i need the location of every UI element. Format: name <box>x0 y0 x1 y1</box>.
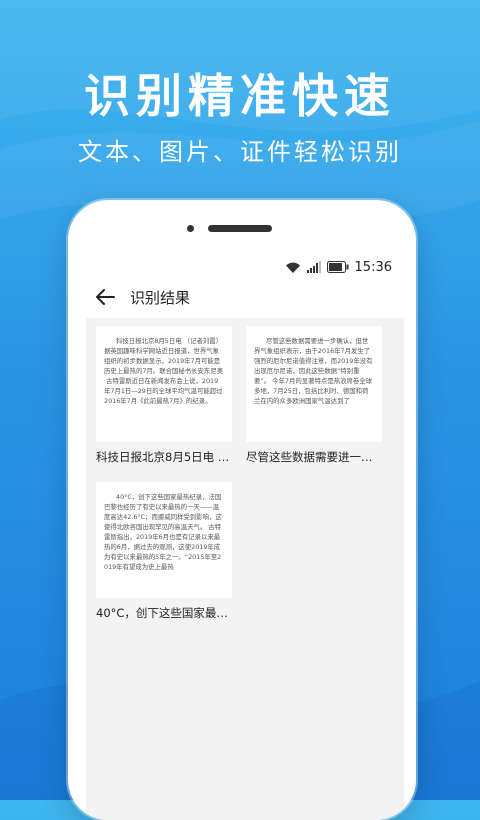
result-card[interactable]: 科技日报北京8月5日电 （记者刘霞）据英国趣味科学网站近日报道，世界气象组织的初… <box>86 318 236 480</box>
result-thumbnail: 科技日报北京8月5日电 （记者刘霞）据英国趣味科学网站近日报道，世界气象组织的初… <box>96 326 232 442</box>
promo-subline: 文本、图片、证件轻松识别 <box>78 138 402 166</box>
promo-headline: 识别精准快速 <box>84 69 396 123</box>
status-bar: 15:36 <box>285 258 392 276</box>
signal-icon <box>306 261 321 273</box>
wifi-icon <box>285 262 300 273</box>
thumbnail-text: 40°C，创下这些国家最热纪录，法国巴黎也经历了有史以来最热的一天——温度高达4… <box>104 493 222 571</box>
result-caption: 尽管这些数据需要进一步... <box>246 450 382 464</box>
result-card[interactable]: 40°C，创下这些国家最热纪录，法国巴黎也经历了有史以来最热的一天——温度高达4… <box>86 474 236 636</box>
page-title: 识别结果 <box>130 289 191 307</box>
arrow-left-icon[interactable] <box>94 286 116 308</box>
phone-mockup: 15:36 识别结果 科技日报北京8月5日电 （记者刘霞）据英国趣味科学网站近日… <box>68 200 416 820</box>
status-time: 15:36 <box>354 259 392 275</box>
result-thumbnail: 尽管这些数据需要进一步确认，但世界气象组织表示，由于2016年7月发生了强烈的厄… <box>246 326 382 442</box>
thumbnail-text: 科技日报北京8月5日电 （记者刘霞）据英国趣味科学网站近日报道，世界气象组织的初… <box>104 337 224 405</box>
thumbnail-text: 尽管这些数据需要进一步确认，但世界气象组织表示，由于2016年7月发生了强烈的厄… <box>254 337 373 405</box>
battery-icon <box>326 261 349 273</box>
front-camera <box>187 225 194 232</box>
app-bar: 识别结果 <box>68 284 416 314</box>
result-caption: 科技日报北京8月5日电 （... <box>96 450 232 464</box>
result-thumbnail: 40°C，创下这些国家最热纪录，法国巴黎也经历了有史以来最热的一天——温度高达4… <box>96 482 232 598</box>
earpiece-speaker <box>208 225 272 232</box>
result-card[interactable]: 尽管这些数据需要进一步确认，但世界气象组织表示，由于2016年7月发生了强烈的厄… <box>236 318 386 480</box>
results-grid: 科技日报北京8月5日电 （记者刘霞）据英国趣味科学网站近日报道，世界气象组织的初… <box>86 318 404 820</box>
result-caption: 40°C，创下这些国家最热... <box>96 606 232 620</box>
